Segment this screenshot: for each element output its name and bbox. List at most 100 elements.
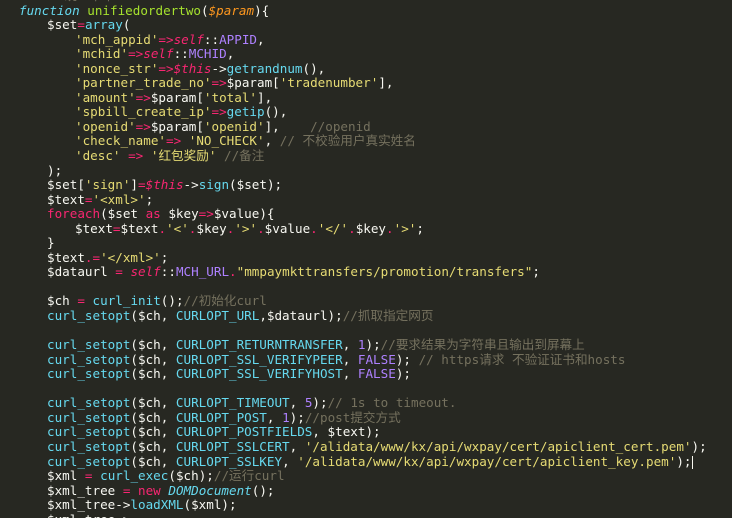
code-line[interactable]: 'partner_trade_no'=>$param['tradenumber'… [19,76,707,91]
code-token: = [77,17,85,33]
code-line[interactable]: } [19,236,707,251]
code-line[interactable]: curl_setopt($ch, CURLOPT_TIMEOUT, 5);// … [19,396,707,411]
code-line[interactable]: function unifiedordertwo($param){ [19,2,707,19]
code-line[interactable]: 'desc' => '红包奖励' //备注 [19,148,707,164]
code-token: ($xml); [183,497,237,513]
code-token: ); [365,337,381,353]
code-token: '/alidata/www/kx/api/wxpay/cert/apiclien… [297,453,677,469]
code-line[interactable] [19,324,707,339]
code-token: ], [257,89,273,105]
code-token: '/alidata/www/kx/api/wxpay/cert/apiclien… [304,438,692,454]
code-line[interactable]: $ch = curl_init();//初始化curl [19,294,707,309]
code-line[interactable]: $text.='</xml>'; [19,249,707,266]
code-token: ); [395,366,411,382]
code-token: , [264,133,280,149]
code-token: $key [196,220,227,236]
code-line[interactable]: curl_setopt($ch, CURLOPT_SSLKEY, '/alida… [19,453,707,470]
code-token: getip [226,104,265,120]
code-token: ; [160,249,169,265]
code-line[interactable]: $text='<xml>'; [19,191,707,208]
code-token: ); [691,438,707,454]
code-token: //openid [310,118,371,134]
code-line[interactable]: $xml_tree->loadXML($xml); [19,497,707,513]
code-token: loadXML [130,497,184,513]
code-token: 'check_name' [75,133,166,149]
code-token: $key [160,206,199,222]
code-token: curl_setopt [47,308,131,324]
code-token: $param[ [226,75,280,91]
code-token: curl_setopt [47,366,131,382]
code-line[interactable]: 'mchid'=>self::MCHID, [19,46,707,62]
code-token: $key [355,220,387,236]
code-token: 'openid' [203,118,265,134]
code-token: CURLOPT_POSTFIELDS [175,424,313,440]
code-line[interactable] [19,382,707,397]
code-token: ($set [100,206,146,222]
code-token: => [158,60,174,76]
code-line[interactable]: 'mch_appid'=>self::APPID, [19,31,707,48]
code-token: ($ch); [168,468,214,484]
code-token: $value){ [213,206,275,222]
code-token: = [77,293,85,309]
code-line[interactable]: curl_setopt($ch, CURLOPT_SSL_VERIFYPEER,… [19,351,707,368]
code-line[interactable]: curl_setopt($ch, CURLOPT_SSL_VERIFYHOST,… [19,366,707,382]
code-token: $param [208,2,255,18]
code-token: 'mchid' [75,46,129,62]
code-line[interactable]: curl_setopt($ch, CURLOPT_URL,$dataurl);/… [19,308,707,324]
code-line[interactable]: $xml_tree = new DOMDocument(); [19,483,707,499]
code-line[interactable]: $text=$text.'<'.$key.'>'.$value.'</'.$ke… [19,220,707,237]
code-line[interactable]: 'openid'=>$param['openid'], //openid [19,118,707,135]
code-token: ($ch, [130,438,176,454]
code-editor[interactable]: * 统一下单function unifiedordertwo($param){$… [0,0,732,518]
code-token: => [211,104,227,120]
code-token: //抓取指定网页 [342,308,434,324]
code-token: CURLOPT_SSLKEY [175,453,283,469]
code-token: 'mch_appid' [75,31,159,47]
code-line[interactable]: 'amount'=>$param['total'], [19,89,707,106]
code-line[interactable]: $set['sign']=$this->sign($set); [19,177,707,193]
code-token: unifiedordertwo [87,2,201,18]
text-cursor [691,455,693,469]
code-token: ; [416,220,424,236]
code-token: FALSE [357,366,396,382]
code-line[interactable]: 'spbill_create_ip'=>getip(), [19,105,707,120]
code-token: '>' [234,220,258,236]
code-token: $xml_tree-> [47,512,130,518]
code-line[interactable]: curl_setopt($ch, CURLOPT_POSTFIELDS, $te… [19,425,707,440]
code-line[interactable]: $xml = curl_exec($ch);//运行curl [19,468,707,484]
code-token: //初始化curl [183,293,267,309]
code-token: ( [122,17,131,33]
code-token: ], [264,118,311,134]
code-token: curl_setopt [47,438,131,454]
code-area[interactable]: * 统一下单function unifiedordertwo($param){$… [19,0,707,518]
code-line[interactable]: 'nonce_str'=>$this->getrandnum(), [19,60,707,77]
code-token: :: [203,31,220,47]
code-token: '</' [317,220,349,236]
code-token: $text [47,191,85,207]
code-line[interactable]: curl_setopt($ch, CURLOPT_RETURNTRANSFER,… [19,337,707,353]
code-line[interactable]: $dataurl = self::MCH_URL."mmpaymkttransf… [19,265,707,280]
code-line[interactable]: curl_setopt($ch, CURLOPT_SSLCERT, '/alid… [19,438,707,455]
code-token: CURLOPT_SSL_VERIFYPEER [175,351,343,367]
code-token: . [348,220,356,236]
code-line[interactable]: foreach($set as $key=>$value){ [19,206,707,222]
code-line[interactable]: curl_setopt($ch, CURLOPT_POST, 1);//post… [19,409,707,426]
code-token: (); [160,293,184,309]
code-token: FALSE [357,351,396,367]
code-token: } [47,235,55,251]
code-token: CURLOPT_SSL_VERIFYHOST [175,366,343,382]
code-token: '<' [166,220,189,236]
code-line[interactable]: $set=array( [19,17,707,33]
code-token: 1 [282,409,290,425]
code-token: // 不校验用户真实姓名 [279,133,416,149]
code-line[interactable] [19,280,707,295]
code-token: => [158,31,174,47]
code-line[interactable]: $xml_tree-> [19,512,707,518]
code-line[interactable]: ); [19,163,707,179]
code-line[interactable]: 'check_name'=> 'NO_CHECK', // 不校验用户真实姓名 [19,134,707,149]
code-token: ($ch, [130,308,176,324]
